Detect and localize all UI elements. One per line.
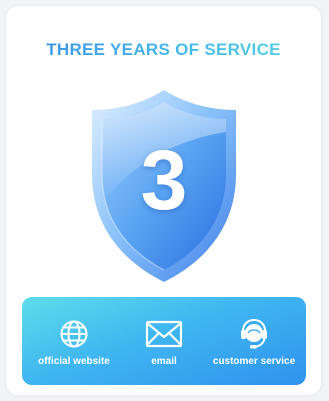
customer-service-button[interactable]: customer service [202, 297, 306, 385]
service-bar: official website email customer service [22, 297, 306, 385]
headset-icon [238, 318, 270, 350]
email-button[interactable]: email [126, 297, 202, 385]
email-label: email [151, 356, 177, 367]
service-card: THREE YEARS OF SERVICE 3 official websit… [6, 6, 321, 395]
page-title: THREE YEARS OF SERVICE [6, 40, 321, 60]
badge-number: 3 [140, 133, 188, 227]
customer-service-label: customer service [212, 356, 296, 367]
official-website-label: official website [38, 356, 110, 367]
globe-icon [59, 318, 89, 350]
official-website-button[interactable]: official website [22, 297, 126, 385]
envelope-icon [145, 318, 183, 350]
